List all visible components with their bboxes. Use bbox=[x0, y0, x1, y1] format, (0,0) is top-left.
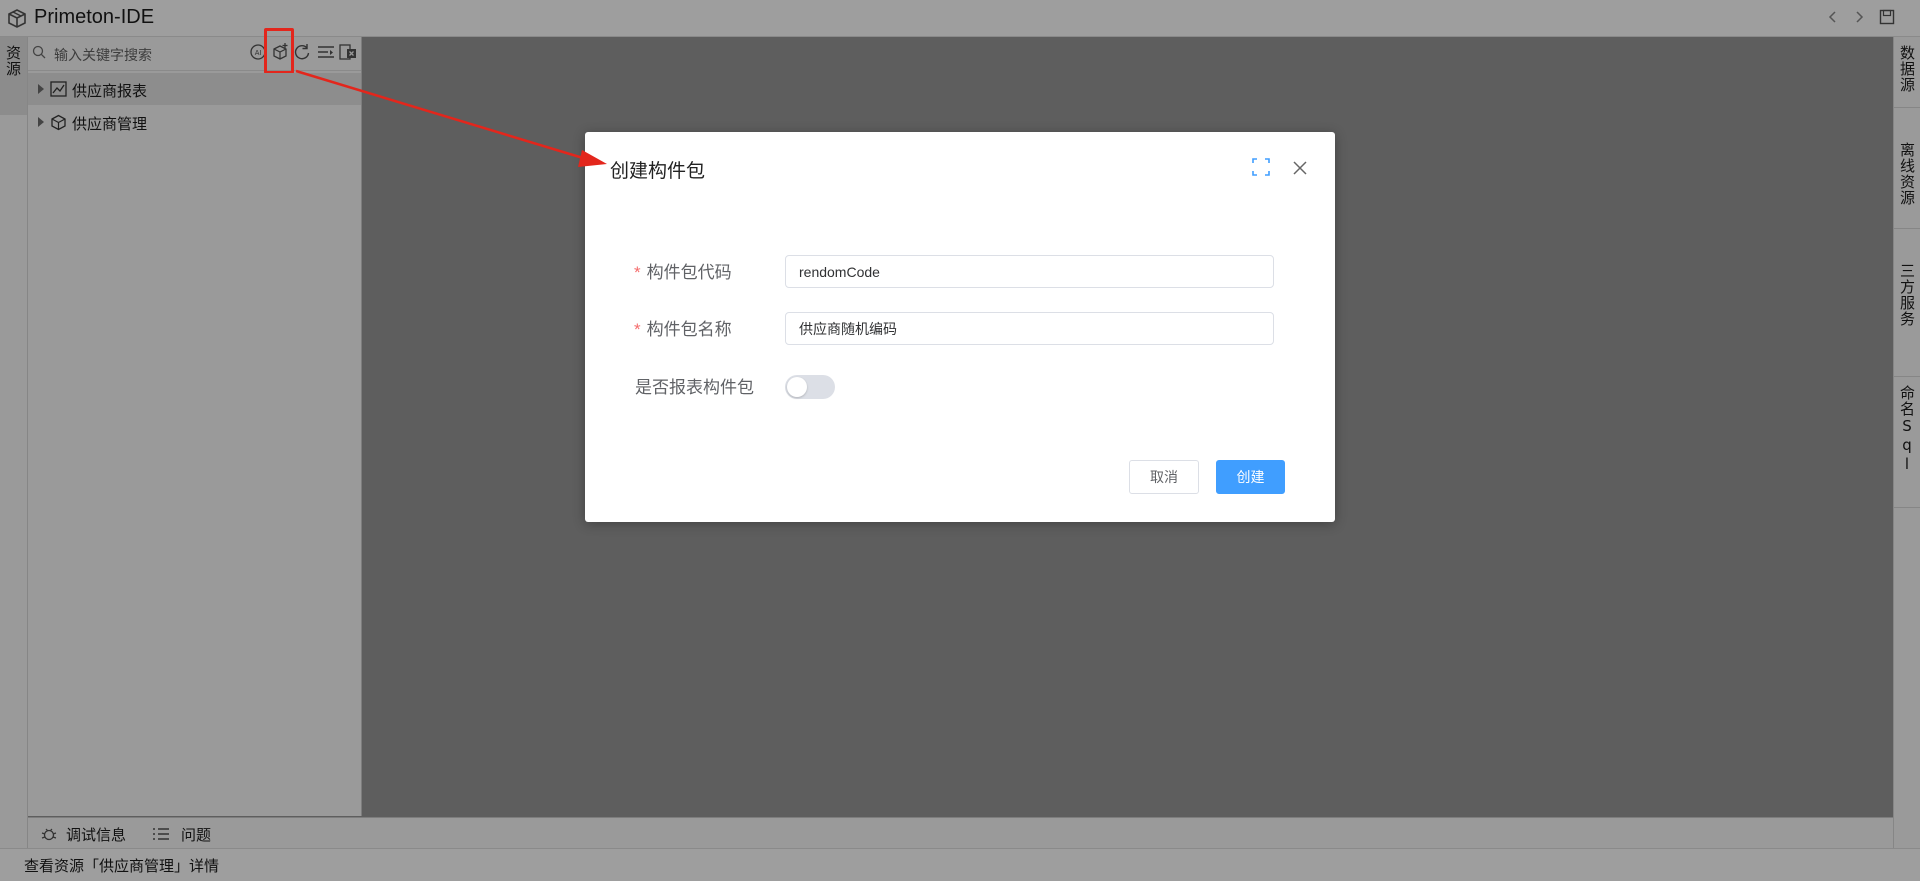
tab-datasource[interactable]: 数据源 bbox=[1893, 37, 1920, 108]
tree-item-label: 供应商管理 bbox=[72, 116, 148, 133]
tab-named-sql-label: 命名Sql bbox=[1898, 385, 1916, 474]
debug-icon bbox=[41, 828, 57, 841]
package-name-input[interactable] bbox=[785, 312, 1274, 345]
required-mark: * bbox=[634, 320, 641, 339]
search-input[interactable] bbox=[52, 44, 246, 66]
save-icon[interactable] bbox=[1878, 8, 1896, 26]
chevron-left-icon[interactable] bbox=[1824, 8, 1842, 26]
app-title: Primeton-IDE bbox=[34, 6, 155, 28]
toggle-knob bbox=[787, 377, 807, 397]
tree-item-label: 供应商报表 bbox=[72, 83, 148, 100]
status-bar bbox=[0, 848, 1920, 881]
tab-third-party-services[interactable]: 三方服务 bbox=[1893, 229, 1920, 377]
resource-explorer bbox=[28, 37, 362, 816]
tree-item-supplier-report[interactable]: 供应商报表 bbox=[28, 73, 361, 105]
close-icon[interactable] bbox=[1291, 159, 1309, 177]
left-tab-strip bbox=[0, 37, 28, 848]
field-label-package-code-text: 构件包代码 bbox=[646, 263, 732, 282]
tab-debug-info[interactable]: 调试信息 bbox=[38, 824, 138, 844]
tab-offline-resources[interactable]: 离线资源 bbox=[1893, 108, 1920, 229]
field-label-package-name: * 构件包名称 bbox=[634, 315, 732, 340]
collapse-icon[interactable] bbox=[316, 42, 336, 62]
field-label-package-code: * 构件包代码 bbox=[634, 258, 732, 283]
create-button[interactable]: 创建 bbox=[1216, 460, 1285, 494]
fullscreen-icon[interactable] bbox=[1252, 158, 1270, 176]
app-logo-icon bbox=[8, 9, 26, 28]
chevron-right-icon[interactable] bbox=[1850, 8, 1868, 26]
tab-resources[interactable]: 资源 bbox=[0, 37, 27, 115]
bottom-panel-tabs bbox=[28, 817, 1893, 849]
tab-third-party-services-label: 三方服务 bbox=[1898, 263, 1916, 327]
tab-resources-label: 资源 bbox=[4, 45, 22, 77]
cancel-button[interactable]: 取消 bbox=[1129, 460, 1199, 494]
refresh-icon[interactable] bbox=[292, 42, 312, 62]
tab-named-sql[interactable]: 命名Sql bbox=[1893, 377, 1920, 508]
status-text: 查看资源「供应商管理」详情 bbox=[24, 858, 220, 875]
export-icon[interactable] bbox=[338, 42, 358, 62]
dialog-title: 创建构件包 bbox=[610, 161, 706, 182]
search-icon bbox=[32, 45, 46, 59]
tab-datasource-label: 数据源 bbox=[1898, 45, 1916, 93]
field-label-package-name-text: 构件包名称 bbox=[646, 320, 732, 339]
expand-caret-icon[interactable] bbox=[38, 117, 44, 127]
tree-item-supplier-management[interactable]: 供应商管理 bbox=[28, 106, 361, 138]
chart-icon bbox=[50, 81, 67, 97]
expand-caret-icon[interactable] bbox=[38, 84, 44, 94]
new-package-highlight-box bbox=[264, 28, 294, 74]
cube-icon bbox=[51, 114, 66, 131]
list-icon bbox=[153, 828, 169, 840]
package-code-input[interactable] bbox=[785, 255, 1274, 288]
tab-problems-label: 问题 bbox=[181, 827, 212, 844]
field-label-report-package: 是否报表构件包 bbox=[635, 378, 754, 397]
required-mark: * bbox=[634, 263, 641, 282]
tab-offline-resources-label: 离线资源 bbox=[1898, 142, 1916, 206]
svg-text:AI: AI bbox=[255, 50, 262, 57]
tab-problems[interactable]: 问题 bbox=[152, 824, 232, 844]
tab-debug-info-label: 调试信息 bbox=[66, 827, 127, 844]
